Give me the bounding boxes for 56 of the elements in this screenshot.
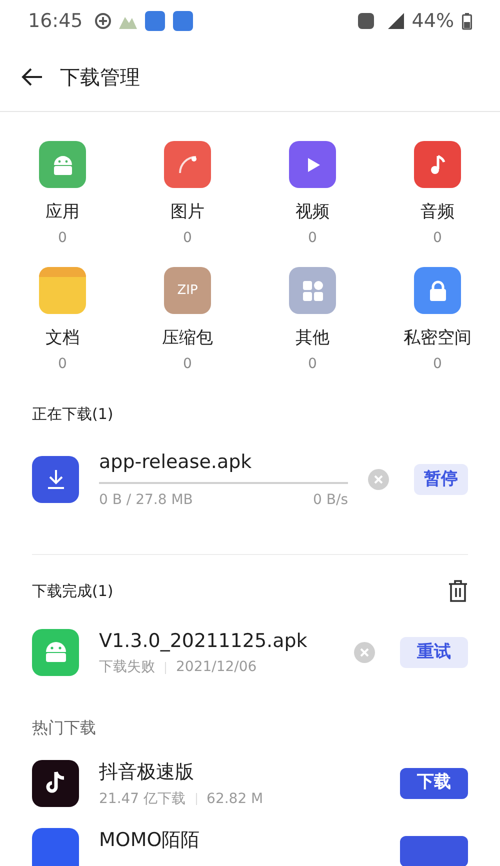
battery-percent: 44% (412, 8, 454, 34)
category-label: 其他 (296, 327, 330, 350)
status-text: 下载失败 (99, 658, 155, 677)
download-button[interactable]: 下载 (400, 768, 468, 798)
category-label: 视频 (296, 201, 330, 224)
category-count: 0 (308, 228, 317, 248)
date-text: 2021/12/06 (176, 658, 257, 677)
category-tile[interactable] (414, 267, 461, 314)
page-title: 下载管理 (60, 64, 140, 90)
category-count: 0 (183, 228, 192, 248)
app-size: 62.82 M (206, 790, 264, 808)
category-label: 文档 (46, 327, 80, 350)
category-count: 0 (433, 228, 442, 248)
app-icon (32, 760, 79, 806)
section-title: 热门下载 (32, 717, 97, 739)
zip-label: ZIP (177, 282, 198, 300)
category-count: 0 (308, 354, 317, 374)
retry-button[interactable]: 重试 (400, 636, 468, 668)
category-label: 压缩包 (162, 327, 213, 350)
speed-text: 0 B/s (313, 491, 348, 510)
progress-text: 0 B / 27.8 MB (99, 491, 193, 510)
pause-button[interactable]: 暂停 (414, 464, 468, 495)
category-count: 0 (58, 228, 67, 248)
category-label: 图片 (170, 201, 204, 224)
category-count: 0 (58, 354, 67, 374)
add-circle-icon (94, 13, 111, 29)
download-button[interactable] (400, 836, 468, 866)
section-title: 下载完成(1) (32, 581, 114, 602)
file-name: app-release.apk (99, 450, 253, 474)
category-label: 应用 (46, 201, 80, 224)
category-tile[interactable] (164, 141, 211, 188)
status-time: 16:45 (28, 8, 83, 34)
category-count: 0 (433, 354, 442, 374)
lock-icon (428, 280, 448, 302)
category-tile[interactable] (414, 141, 461, 188)
file-name: V1.3.0_20211125.apk (99, 628, 308, 654)
music-note-icon (428, 154, 446, 176)
category-count: 0 (183, 354, 192, 374)
battery-icon (462, 12, 472, 30)
download-count: 21.47 亿下载 (99, 790, 186, 808)
back-icon[interactable] (20, 66, 44, 86)
app-name: MOMO陌陌 (99, 828, 201, 853)
category-tile[interactable] (39, 141, 86, 188)
app-name: 抖音极速版 (99, 760, 195, 785)
category-tile[interactable] (289, 267, 336, 314)
grid-icon (300, 278, 324, 302)
category-label: 私密空间 (404, 327, 472, 350)
app-icon (32, 828, 79, 866)
category-label: 音频 (420, 201, 454, 224)
trash-icon[interactable] (448, 580, 468, 602)
category-tile[interactable]: ZIP (164, 267, 211, 314)
section-title: 正在下载(1) (32, 404, 114, 425)
category-tile[interactable] (39, 267, 86, 314)
category-tile[interactable] (289, 141, 336, 188)
apk-file-icon (32, 628, 79, 676)
download-file-icon (32, 456, 79, 503)
